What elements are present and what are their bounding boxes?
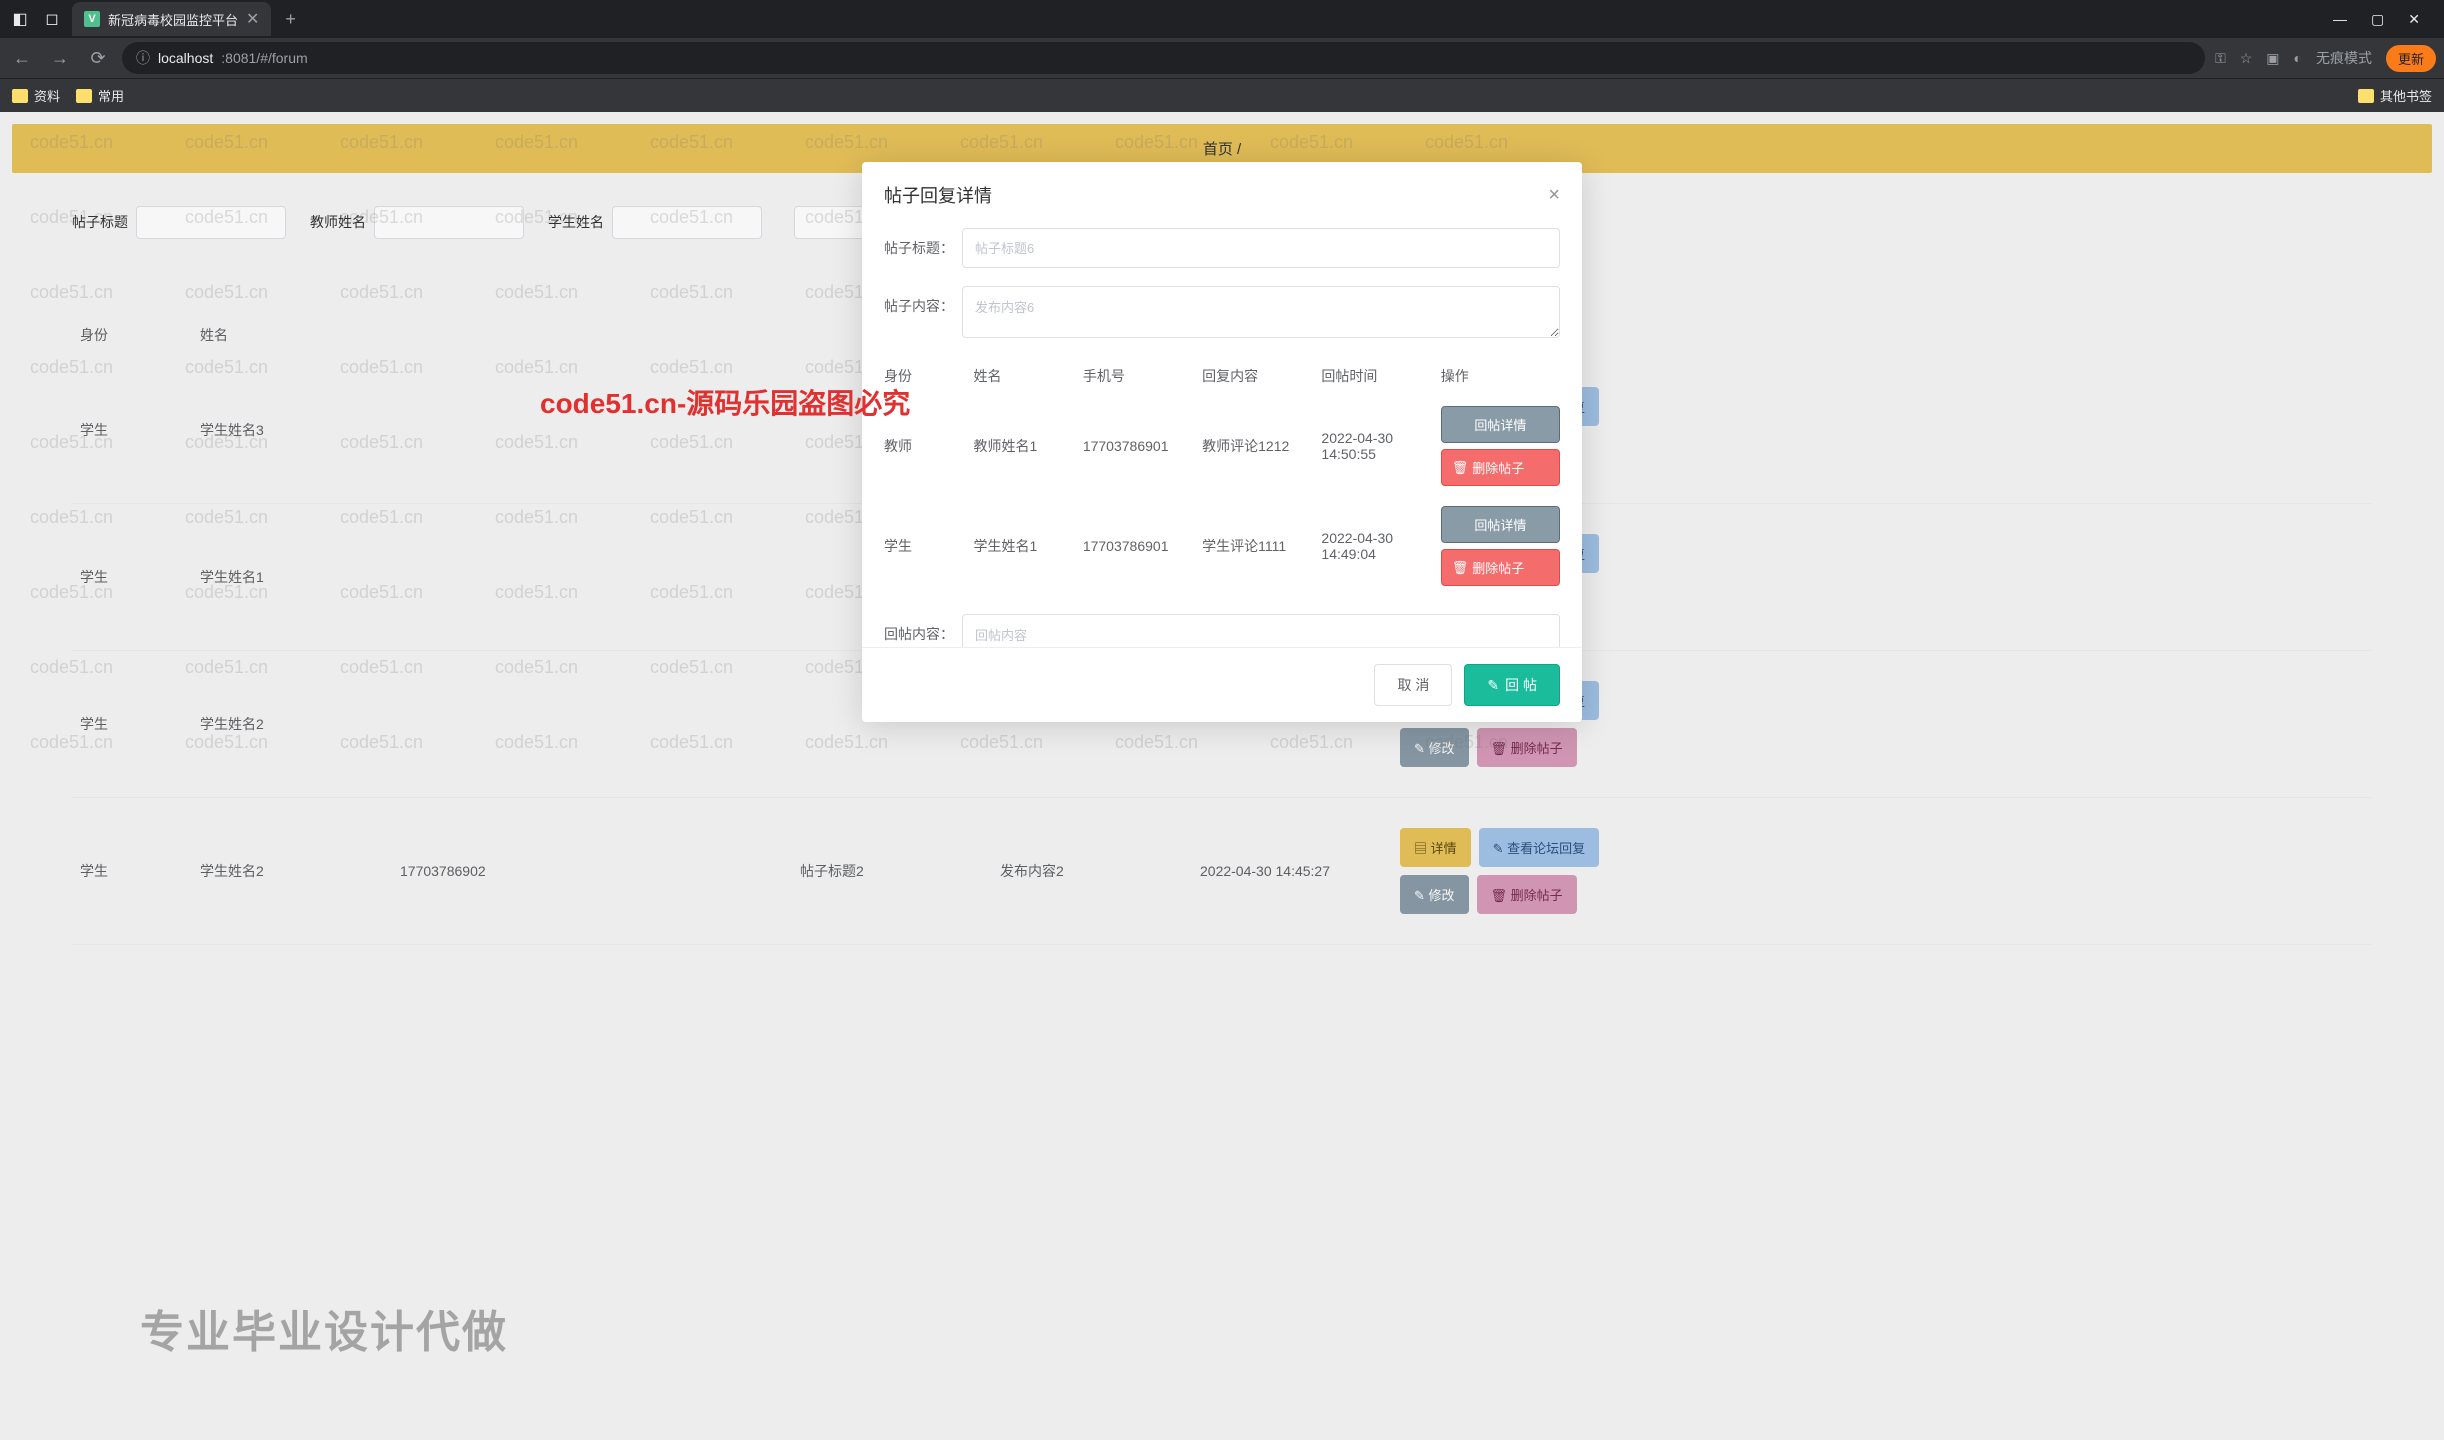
window-controls: — ▢ ✕	[2317, 11, 2436, 28]
close-window-icon[interactable]: ✕	[2408, 11, 2420, 28]
url-bar[interactable]: ⓘ localhost :8081/#/forum	[122, 42, 2205, 74]
incognito-label: 无痕模式	[2316, 48, 2372, 68]
reply-detail-button[interactable]: 回帖详情	[1441, 406, 1560, 443]
rth-name: 姓名	[973, 366, 1082, 386]
browser-tab[interactable]: V 新冠病毒校园监控平台 ✕	[72, 2, 271, 36]
bookmarks-bar: 资料 常用 其他书签	[0, 78, 2444, 112]
reply-delete-button[interactable]: 🗑 删除帖子	[1441, 449, 1560, 486]
new-tab-button[interactable]: +	[279, 9, 302, 30]
bookmark-folder-1[interactable]: 资料	[12, 86, 60, 105]
cancel-button[interactable]: 取 消	[1374, 664, 1452, 706]
site-info-icon[interactable]: ⓘ	[136, 48, 150, 68]
star-icon[interactable]: ☆	[2240, 50, 2253, 67]
other-bookmarks[interactable]: 其他书签	[2358, 86, 2432, 105]
rth-content: 回复内容	[1202, 366, 1321, 386]
reply-submit-button[interactable]: ✎回 帖	[1464, 664, 1560, 706]
post-content-textarea[interactable]	[962, 286, 1560, 338]
page-body: code51.cncode51.cncode51.cncode51.cncode…	[0, 112, 2444, 1440]
reply-detail-button[interactable]: 回帖详情	[1441, 506, 1560, 543]
panel-icon[interactable]: ▣	[2266, 50, 2279, 67]
post-title-input[interactable]	[962, 228, 1560, 268]
avatar-icon[interactable]: ◐	[2294, 50, 2302, 66]
maximize-icon[interactable]: ▢	[2371, 11, 2384, 28]
reply-row: 教师 教师姓名1 17703786901 教师评论1212 2022-04-30…	[884, 396, 1560, 496]
forward-button[interactable]: →	[46, 44, 74, 72]
post-title-label: 帖子标题：	[884, 228, 962, 258]
url-path: :8081/#/forum	[221, 50, 307, 66]
reload-button[interactable]: ⟳	[84, 44, 112, 72]
modal-overlay: 帖子回复详情 × 帖子标题： 帖子内容： 身份 姓名 手机号 回	[0, 112, 2444, 1440]
folder-icon	[76, 89, 92, 103]
modal-close-button[interactable]: ×	[1548, 184, 1560, 207]
rth-phone: 手机号	[1083, 366, 1202, 386]
modal-title: 帖子回复详情	[884, 182, 992, 208]
folder-icon	[12, 89, 28, 103]
folder-icon	[2358, 89, 2374, 103]
app-icon: ◧	[8, 7, 32, 31]
rth-role: 身份	[884, 366, 973, 386]
reply-content-label: 回帖内容：	[884, 614, 962, 644]
bookmark-folder-2[interactable]: 常用	[76, 86, 124, 105]
close-tab-icon[interactable]: ✕	[246, 9, 259, 29]
trash-icon: 🗑	[1452, 460, 1469, 476]
reply-row: 学生 学生姓名1 17703786901 学生评论1111 2022-04-30…	[884, 496, 1560, 596]
rth-actions: 操作	[1441, 366, 1560, 386]
edit-icon: ✎	[1487, 677, 1499, 694]
reply-delete-button[interactable]: 🗑 删除帖子	[1441, 549, 1560, 586]
tab-bar: ◧ ◻ V 新冠病毒校园监控平台 ✕ + — ▢ ✕	[0, 0, 2444, 38]
task-icon: ◻	[40, 7, 64, 31]
minimize-icon[interactable]: —	[2333, 11, 2347, 28]
reply-detail-modal: 帖子回复详情 × 帖子标题： 帖子内容： 身份 姓名 手机号 回	[862, 162, 1582, 722]
browser-chrome: ◧ ◻ V 新冠病毒校园监控平台 ✕ + — ▢ ✕ ← → ⟳ ⓘ local…	[0, 0, 2444, 112]
key-icon[interactable]: ⚿	[2215, 50, 2226, 67]
reply-content-textarea[interactable]	[962, 614, 1560, 647]
url-host: localhost	[158, 50, 213, 66]
tab-title: 新冠病毒校园监控平台	[108, 10, 238, 29]
rth-time: 回帖时间	[1321, 366, 1440, 386]
address-bar-row: ← → ⟳ ⓘ localhost :8081/#/forum ⚿ ☆ ▣ ◐ 无…	[0, 38, 2444, 78]
trash-icon: 🗑	[1452, 560, 1469, 576]
back-button[interactable]: ←	[8, 44, 36, 72]
post-content-label: 帖子内容：	[884, 286, 962, 316]
update-button[interactable]: 更新	[2386, 45, 2436, 72]
reply-table: 身份 姓名 手机号 回复内容 回帖时间 操作 教师 教师姓名1 17703786…	[884, 356, 1560, 596]
vue-favicon: V	[84, 11, 100, 27]
